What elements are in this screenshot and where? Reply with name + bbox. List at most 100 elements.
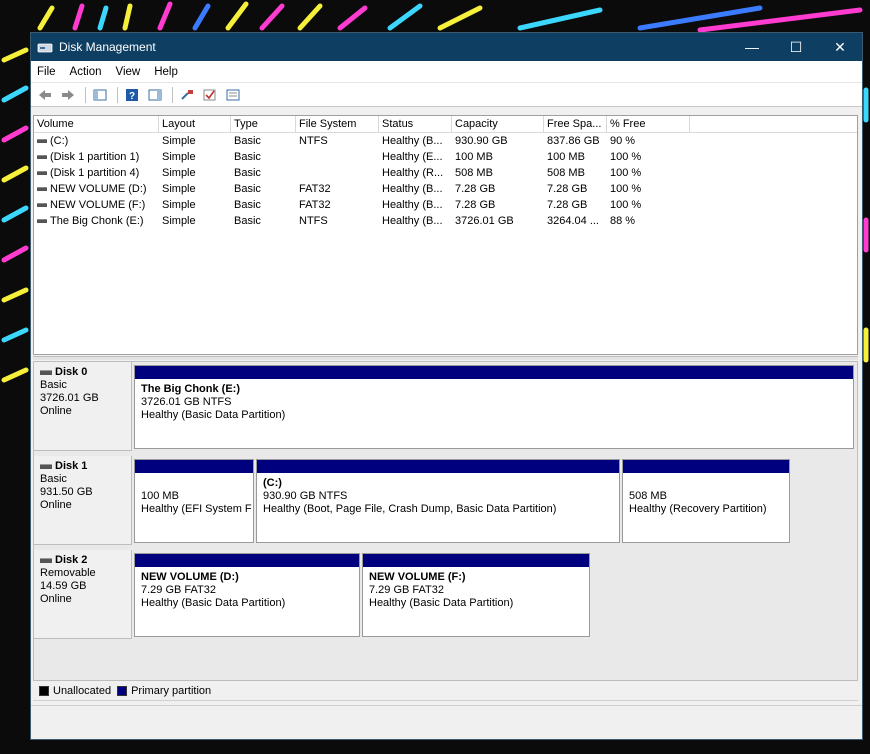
volume-list: Volume Layout Type File System Status Ca… (33, 115, 858, 355)
partition-label: (C:) (263, 477, 282, 489)
primary-partition-bar (135, 460, 253, 473)
minimize-icon: — (745, 39, 759, 55)
back-button[interactable] (35, 86, 55, 104)
forward-button[interactable] (58, 86, 78, 104)
volume-name: The Big Chonk (E:) (50, 215, 144, 227)
free-space-cell: 837.86 GB (547, 135, 600, 147)
volume-cell: (Disk 1 partition 4) (34, 165, 159, 181)
title-bar[interactable]: Disk Management — ☐ ✕ (31, 33, 862, 61)
layout-cell: Simple (162, 151, 196, 163)
type-cell: Basic (234, 199, 261, 211)
disk-management-window: Disk Management — ☐ ✕ File Action View H… (30, 32, 863, 740)
partition-big-chonk-e[interactable]: The Big Chonk (E:) 3726.01 GB NTFS Healt… (134, 365, 854, 449)
menu-help[interactable]: Help (154, 66, 178, 78)
menu-bar: File Action View Help (31, 61, 862, 83)
primary-partition-bar (363, 554, 589, 567)
table-row[interactable]: (Disk 1 partition 4) Simple Basic Health… (34, 165, 857, 181)
volume-name: NEW VOLUME (D:) (50, 183, 147, 195)
help-button[interactable]: ? (122, 86, 142, 104)
column-header-volume[interactable]: Volume (34, 116, 159, 132)
partition-efi-system[interactable]: 100 MB Healthy (EFI System F (134, 459, 254, 543)
partition-text: NEW VOLUME (F:) 7.29 GB FAT32 Healthy (B… (363, 567, 589, 614)
volume-icon (37, 187, 47, 192)
status-cell: Healthy (B... (382, 215, 443, 227)
free-space-cell: 7.28 GB (547, 199, 588, 211)
forward-arrow-icon (62, 89, 74, 100)
table-row[interactable]: NEW VOLUME (F:) Simple Basic FAT32 Healt… (34, 197, 857, 213)
disk-info-disk-0[interactable]: Disk 0 Basic 3726.01 GB Online (34, 362, 132, 451)
column-header-status[interactable]: Status (379, 116, 452, 132)
layout-cell: Simple (162, 135, 196, 147)
disk-name: Disk 0 (40, 366, 125, 379)
volume-name: NEW VOLUME (F:) (50, 199, 146, 211)
pane-splitter[interactable] (33, 356, 858, 360)
capacity-cell: 930.90 GB (455, 135, 508, 147)
disk-row: Disk 0 Basic 3726.01 GB Online The Big C… (34, 362, 859, 451)
connect-icon (181, 89, 193, 100)
close-button[interactable]: ✕ (818, 33, 862, 61)
partition-c[interactable]: (C:) 930.90 GB NTFS Healthy (Boot, Page … (256, 459, 620, 543)
volume-icon (37, 219, 47, 224)
console-tree-icon (93, 89, 107, 100)
partition-health: Healthy (Basic Data Partition) (369, 597, 514, 609)
table-row[interactable]: (Disk 1 partition 1) Simple Basic Health… (34, 149, 857, 165)
disk-name-label: Disk 1 (55, 460, 88, 472)
disk-management-icon (37, 43, 53, 53)
percent-free-cell: 100 % (610, 183, 642, 195)
column-header-free-space[interactable]: Free Spa... (544, 116, 607, 132)
show-hide-console-tree-button[interactable] (90, 86, 110, 104)
partition-legend: Unallocated Primary partition (33, 681, 858, 701)
menu-file[interactable]: File (37, 66, 56, 78)
disk-size: 3726.01 GB (40, 392, 99, 404)
partition-text: 508 MB Healthy (Recovery Partition) (623, 473, 789, 520)
menu-action[interactable]: Action (70, 66, 102, 78)
toolbar-separator (85, 86, 86, 103)
table-row[interactable]: NEW VOLUME (D:) Simple Basic FAT32 Healt… (34, 181, 857, 197)
disk-info-disk-1[interactable]: Disk 1 Basic 931.50 GB Online (34, 456, 132, 545)
capacity-cell: 7.28 GB (455, 183, 496, 195)
status-bar (31, 705, 862, 727)
disk-info-disk-2[interactable]: Disk 2 Removable 14.59 GB Online (34, 550, 132, 639)
maximize-button[interactable]: ☐ (774, 33, 818, 61)
free-space-cell: 7.28 GB (547, 183, 588, 195)
disk-name-label: Disk 2 (55, 554, 88, 566)
partition-text: NEW VOLUME (D:) 7.29 GB FAT32 Healthy (B… (135, 567, 359, 614)
volume-cell: NEW VOLUME (F:) (34, 197, 159, 213)
partition-new-volume-f[interactable]: NEW VOLUME (F:) 7.29 GB FAT32 Healthy (B… (362, 553, 590, 637)
partition-recovery[interactable]: 508 MB Healthy (Recovery Partition) (622, 459, 790, 543)
volume-icon (37, 155, 47, 160)
partition-new-volume-d[interactable]: NEW VOLUME (D:) 7.29 GB FAT32 Healthy (B… (134, 553, 360, 637)
volume-name: (Disk 1 partition 1) (50, 151, 140, 163)
table-row[interactable]: (C:) Simple Basic NTFS Healthy (B... 930… (34, 133, 857, 149)
properties-button[interactable] (223, 86, 243, 104)
capacity-cell: 508 MB (455, 167, 493, 179)
column-header-layout[interactable]: Layout (159, 116, 231, 132)
column-header-type[interactable]: Type (231, 116, 296, 132)
connect-button[interactable] (177, 86, 197, 104)
volume-name: (Disk 1 partition 4) (50, 167, 140, 179)
file-system-cell: FAT32 (299, 183, 331, 195)
status-cell: Healthy (R... (382, 167, 444, 179)
percent-free-cell: 90 % (610, 135, 636, 147)
svg-text:?: ? (129, 91, 135, 102)
window-title: Disk Management (59, 40, 156, 54)
minimize-button[interactable]: — (730, 33, 774, 61)
partition-size: 3726.01 GB NTFS (141, 396, 232, 408)
table-row[interactable]: The Big Chonk (E:) Simple Basic NTFS Hea… (34, 213, 857, 229)
close-icon: ✕ (834, 38, 846, 55)
show-hide-action-pane-button[interactable] (145, 86, 165, 104)
partition-label: The Big Chonk (E:) (141, 383, 240, 395)
file-system-cell: FAT32 (299, 199, 331, 211)
disk-icon (40, 370, 52, 375)
menu-view[interactable]: View (116, 66, 141, 78)
column-header-capacity[interactable]: Capacity (452, 116, 544, 132)
disk-row: Disk 2 Removable 14.59 GB Online NEW VOL… (34, 550, 859, 639)
type-cell: Basic (234, 167, 261, 179)
file-system-cell: NTFS (299, 135, 328, 147)
primary-partition-bar (623, 460, 789, 473)
volume-cell: The Big Chonk (E:) (34, 213, 159, 229)
column-header-percent-free[interactable]: % Free (607, 116, 690, 132)
volume-icon (37, 139, 47, 144)
check-button[interactable] (200, 86, 220, 104)
column-header-file-system[interactable]: File System (296, 116, 379, 132)
